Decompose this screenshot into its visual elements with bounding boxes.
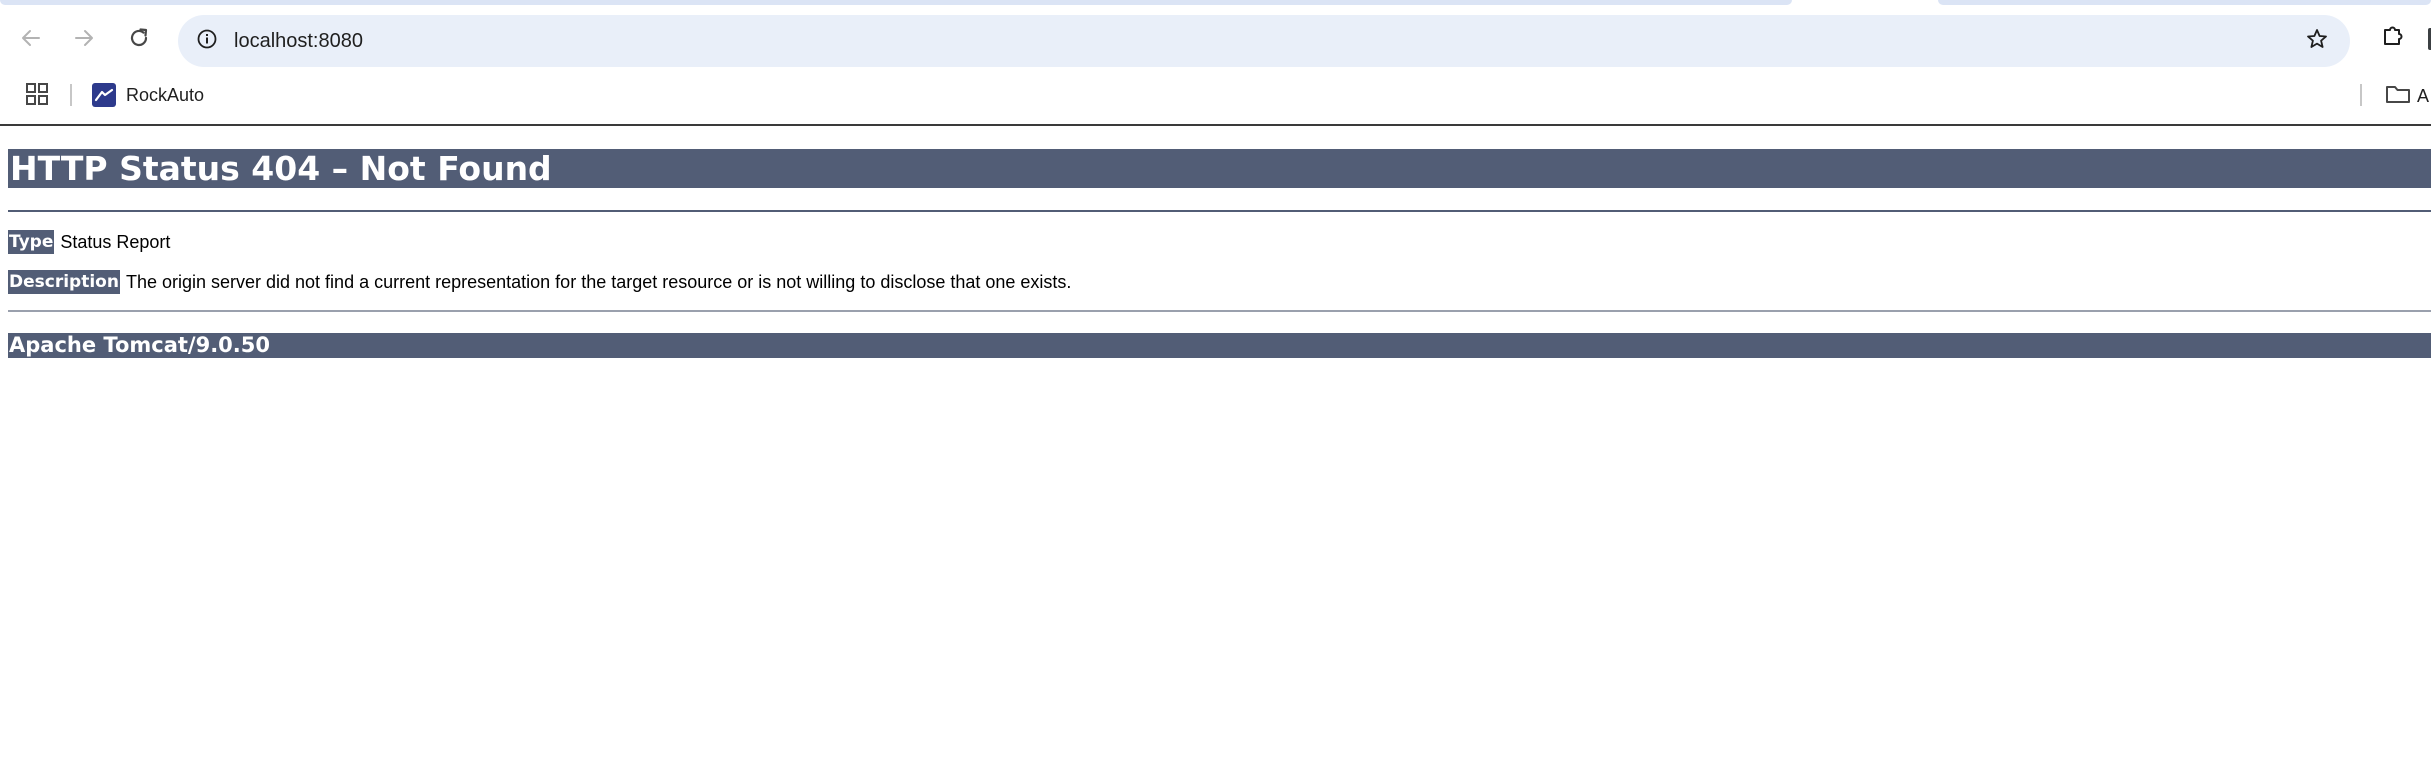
tab-active-edge[interactable] — [0, 0, 1792, 5]
arrow-left-icon — [19, 26, 43, 50]
rockauto-favicon-icon — [92, 83, 116, 107]
url-text[interactable]: localhost:8080 — [234, 28, 363, 54]
description-row: Description The origin server did not fi… — [8, 270, 1071, 294]
bookmark-rockauto[interactable]: RockAuto — [92, 80, 204, 110]
type-row: Type Status Report — [8, 230, 170, 254]
site-info-button[interactable] — [188, 22, 226, 60]
divider-top — [8, 210, 2431, 212]
bookmark-folder-label: A — [2417, 85, 2430, 106]
info-circle-icon — [196, 28, 218, 55]
bookmark-star-button[interactable] — [2298, 22, 2336, 60]
error-page: HTTP Status 404 – Not Found Type Status … — [0, 126, 2431, 778]
arrow-right-icon — [72, 26, 96, 50]
browser-toolbar: localhost:8080 — [0, 6, 2431, 72]
apps-button[interactable] — [22, 81, 52, 111]
bookmark-folder[interactable]: A — [2385, 81, 2429, 111]
folder-icon — [2385, 82, 2411, 111]
server-footer: Apache Tomcat/9.0.50 — [8, 333, 2431, 358]
forward-button[interactable] — [62, 16, 106, 60]
star-outline-icon — [2305, 27, 2329, 56]
puzzle-icon — [2380, 23, 2406, 54]
tab-next-edge[interactable] — [1938, 0, 2431, 5]
browser-chrome: localhost:8080 RockAuto A — [0, 0, 2431, 126]
reload-icon — [127, 26, 151, 50]
description-label: Description — [8, 270, 120, 294]
reload-button[interactable] — [117, 16, 161, 60]
bookmark-label: RockAuto — [126, 84, 205, 105]
extensions-button[interactable] — [2371, 16, 2415, 60]
divider-bottom — [8, 310, 2431, 312]
apps-grid-icon — [25, 82, 49, 111]
bookmarks-separator-right — [2360, 84, 2362, 106]
page-title: HTTP Status 404 – Not Found — [8, 149, 2431, 188]
type-label: Type — [8, 230, 55, 254]
address-bar[interactable]: localhost:8080 — [178, 15, 2350, 67]
type-value: Status Report — [60, 232, 171, 252]
bookmarks-separator — [70, 84, 72, 106]
description-value: The origin server did not find a current… — [125, 272, 1072, 292]
bookmarks-bar: RockAuto A — [0, 74, 2431, 116]
back-button[interactable] — [9, 16, 53, 60]
